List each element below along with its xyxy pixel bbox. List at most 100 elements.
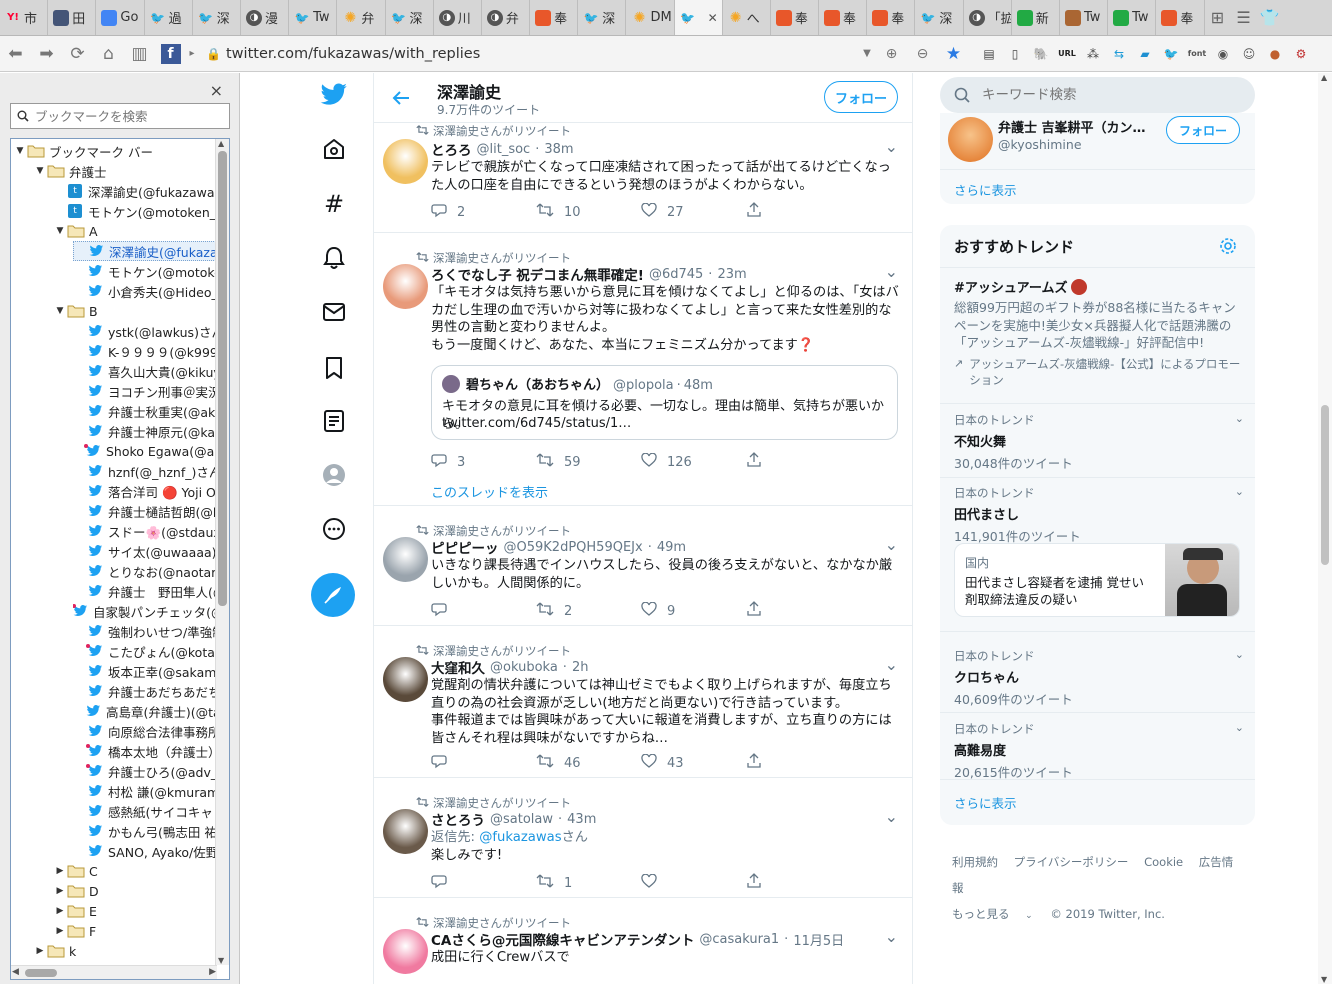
settings-gear-icon[interactable]	[1219, 237, 1237, 259]
star-icon[interactable]: ★	[938, 40, 969, 68]
trend-item[interactable]: 日本のトレンド 不知火舞 30,048件のツイート ⌄	[954, 412, 1244, 472]
bookmark-item[interactable]: 弁護士 野田隼人(@noda)	[73, 581, 229, 601]
like-button[interactable]	[641, 873, 746, 892]
bookmark-item[interactable]: 弁護士樋詰哲朗(@hizume)	[73, 501, 229, 521]
bookmarks-sidebar-icon[interactable]: ▥	[124, 40, 155, 68]
page-scrollbar[interactable]: ▲ ▼	[1318, 73, 1332, 984]
home-icon[interactable]	[320, 135, 348, 163]
avatar[interactable]	[383, 809, 428, 854]
author-name[interactable]: ピピピーッ	[431, 537, 499, 557]
bookmark-item[interactable]: 弁護士あだちあだち	[73, 681, 229, 701]
twitter-extension-icon[interactable]: 🐦	[1159, 42, 1183, 66]
browser-tab[interactable]: 奉	[1156, 0, 1205, 35]
forward-icon[interactable]: ➡	[31, 40, 62, 68]
like-button[interactable]: 27	[641, 202, 746, 221]
trend-item[interactable]: 日本のトレンド 田代まさし 141,901件のツイート ⌄	[954, 485, 1244, 545]
bookmark-search[interactable]	[10, 103, 230, 129]
back-arrow-icon[interactable]	[392, 87, 410, 111]
browser-tab[interactable]: 奉	[867, 0, 916, 35]
show-thread-link[interactable]: このスレッドを表示	[431, 482, 548, 501]
bookmark-item[interactable]: 落合洋司 🔴 Yoji Ochiai	[73, 481, 229, 501]
retweet-button[interactable]: 10	[536, 203, 641, 221]
show-more-trends-link[interactable]: さらに表示	[954, 793, 1017, 812]
avatar[interactable]	[383, 657, 428, 702]
share-button[interactable]	[746, 601, 851, 620]
bookmark-item[interactable]: 村松 謙(@kmuramatsu)	[73, 781, 229, 801]
vertical-scrollbar[interactable]: ▲ ▼	[215, 139, 229, 965]
chevron-down-icon[interactable]: ⌄	[885, 139, 898, 155]
bookmarks-icon[interactable]	[320, 354, 348, 382]
shirt-icon[interactable]: 👕	[1257, 0, 1283, 35]
show-more-link[interactable]: さらに表示	[954, 180, 1017, 199]
bookmark-item[interactable]: ヨコチン刑事＠実況	[73, 381, 229, 401]
bookmark-item[interactable]: t モトケン(@motoken_tw)	[53, 201, 229, 221]
url-dropdown-icon[interactable]: ▼	[858, 40, 876, 68]
browser-tab[interactable]: Tw	[1108, 0, 1157, 35]
author-name[interactable]: とろろ	[431, 139, 472, 159]
browser-tab[interactable]: 奉	[771, 0, 819, 35]
browser-tab[interactable]: 奉	[530, 0, 579, 35]
bookmark-item[interactable]: モトケン(@motoken_tw)	[73, 261, 229, 281]
bookmark-item[interactable]: 弁護士ひろ(@adv_hiro)	[73, 761, 229, 781]
footer-more-link[interactable]: もっと見る ⌄	[952, 907, 1045, 921]
browser-tab[interactable]: ✺ 弁	[337, 0, 386, 35]
reply-button[interactable]: 3	[431, 453, 536, 471]
bookmark-item[interactable]: 高島章(弁護士)(@takashima)	[73, 701, 229, 721]
expanded-arrow-icon[interactable]: ▼	[53, 306, 67, 316]
bookmark-folder[interactable]: ▶ E	[53, 901, 229, 921]
bookmark-folder[interactable]: ▶ k	[33, 941, 229, 961]
browser-tab[interactable]: 奉	[819, 0, 868, 35]
bookmark-folder[interactable]: ▶ C	[53, 861, 229, 881]
chat-extension-icon[interactable]: ☺	[1237, 42, 1261, 66]
who-name[interactable]: 弁護士 吉峯耕平（カンボジア）	[998, 117, 1148, 136]
kindle-extension-icon[interactable]: ▤	[977, 42, 1001, 66]
twitter-search[interactable]	[940, 77, 1255, 113]
expanded-arrow-icon[interactable]: ▼	[53, 226, 67, 236]
browser-tab[interactable]: 🐦 深	[915, 0, 964, 35]
collapsed-arrow-icon[interactable]: ▶	[53, 886, 67, 896]
browser-tab[interactable]: 🐦 過	[145, 0, 193, 35]
overflow-chevron-icon[interactable]: ▸	[186, 40, 198, 68]
more-options-icon[interactable]	[320, 515, 348, 543]
browser-tab[interactable]: ◑ 「拡	[964, 0, 1012, 35]
bookmark-item[interactable]: ystk(@lawkus)さん	[73, 321, 229, 341]
trend-item[interactable]: 日本のトレンド クロちゃん 40,609件のツイート ⌄	[954, 648, 1244, 708]
like-button[interactable]: 43	[641, 753, 746, 772]
expanded-arrow-icon[interactable]: ▼	[33, 166, 47, 176]
author-name[interactable]: さとろう	[431, 809, 485, 829]
tweet[interactable]: 深澤諭史さんがリツイート ろくでなし子 祝デコまん無罪確定! @6d745 · 23m ⌄…	[374, 233, 912, 506]
profile-avatar-icon[interactable]	[320, 461, 348, 489]
bookmark-folder[interactable]: ▼ A	[53, 221, 229, 241]
tweet[interactable]: 深澤諭史さんがリツイート CAさくら@元国際線キャビンアテンダント @casakur…	[374, 898, 912, 984]
tweet[interactable]: 深澤諭史さんがリツイート とろろ @lit_soc · 38m ⌄ テレビで親族が亡くなって…	[374, 119, 912, 233]
bookmark-item[interactable]: とりなお(@naotaro)	[73, 561, 229, 581]
reload-icon[interactable]: ⟳	[62, 40, 93, 68]
bookmark-item[interactable]: 深澤諭史(@fukazawas)	[73, 241, 229, 261]
font-extension-icon[interactable]: font	[1185, 42, 1209, 66]
follow-button[interactable]: フォロー	[824, 81, 898, 113]
expanded-arrow-icon[interactable]: ▼	[13, 146, 27, 156]
tweet[interactable]: 深澤諭史さんがリツイート さとろう @satolaw · 43m ⌄ 返信先: @fukaz…	[374, 778, 912, 898]
avatar-extension-icon[interactable]: ●	[1263, 42, 1287, 66]
chevron-down-icon[interactable]: ⌄	[885, 809, 898, 825]
author-name[interactable]: CAさくら@元国際線キャビンアテンダント	[431, 929, 694, 949]
bookmark-item[interactable]: 向原総合法律事務所	[73, 721, 229, 741]
footer-link[interactable]: 利用規約	[952, 855, 998, 869]
browser-tab[interactable]: 田	[48, 0, 97, 35]
tweet[interactable]: 深澤諭史さんがリツイート ピピピーッ @O59K2dPQH59QEJx · 49m ⌄ いき…	[374, 506, 912, 626]
zoom-out-icon[interactable]: ⊖	[907, 40, 938, 68]
address-bar[interactable]: 🔒 twitter.com/fukazawas/with_replies	[206, 40, 858, 68]
retweet-button[interactable]: 2	[536, 602, 641, 620]
retweet-button[interactable]: 59	[536, 453, 641, 471]
evernote-extension-icon[interactable]: 🐘	[1029, 42, 1053, 66]
trend-item[interactable]: 日本のトレンド 高難易度 20,615件のツイート ⌄	[954, 721, 1244, 781]
browser-tab[interactable]: ◑ 弁	[482, 0, 531, 35]
messages-envelope-icon[interactable]	[320, 298, 348, 326]
bookmark-item[interactable]: 感熱紙(サイコキャリア)	[73, 801, 229, 821]
bookmark-item[interactable]: サイ太(@uwaaaa)さん	[73, 541, 229, 561]
author-name[interactable]: 大窪和久	[431, 657, 485, 677]
bookmark-folder[interactable]: ▶ F	[53, 921, 229, 941]
browser-tab[interactable]: 🐦 ✕	[674, 0, 723, 35]
browser-tab[interactable]: Go	[96, 0, 145, 35]
browser-tab[interactable]: 🐦 深	[386, 0, 434, 35]
